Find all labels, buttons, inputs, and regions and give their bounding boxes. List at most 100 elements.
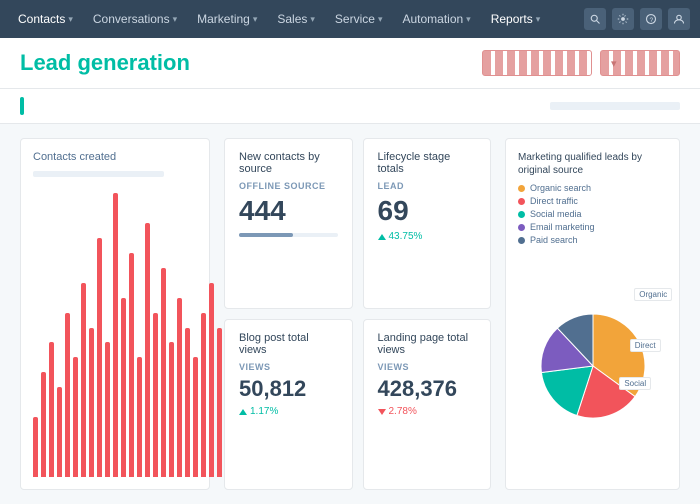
stat-card-title: New contacts by source (239, 151, 338, 175)
bar (201, 313, 206, 477)
stat-card-title: Lifecycle stage totals (378, 151, 477, 175)
accent-bar (20, 97, 24, 115)
navbar: Contacts ▾ Conversations ▾ Marketing ▾ S… (0, 0, 700, 38)
up-arrow-icon (378, 234, 386, 240)
stat-label: LEAD (378, 181, 477, 191)
up-arrow-icon (239, 409, 247, 415)
stat-change: 2.78% (378, 406, 477, 417)
main-content: Contacts created New contacts by source … (0, 124, 700, 504)
stat-card-new-contacts: New contacts by source OFFLINE SOURCE 44… (224, 138, 353, 309)
stats-grid: New contacts by source OFFLINE SOURCE 44… (224, 138, 491, 490)
nav-icon-group: ? (584, 8, 690, 30)
pie-legend-color (518, 185, 525, 192)
bar (65, 313, 70, 477)
user-icon-button[interactable] (668, 8, 690, 30)
nav-reports[interactable]: Reports ▾ (483, 0, 549, 38)
bar (57, 387, 62, 477)
pie-legend-item: Organic search (518, 183, 667, 193)
bar (161, 268, 166, 477)
pie-legend-color (518, 198, 525, 205)
bar (193, 357, 198, 477)
svg-text:?: ? (650, 17, 654, 24)
bar (177, 298, 182, 477)
bar (209, 283, 214, 477)
bar-chart-area (33, 185, 197, 477)
stat-value: 50,812 (239, 378, 338, 400)
bar (33, 417, 38, 477)
header-actions: ▾ (482, 50, 680, 76)
nav-sales[interactable]: Sales ▾ (269, 0, 323, 38)
stat-label: VIEWS (378, 362, 477, 372)
bar (113, 193, 118, 477)
chevron-icon: ▾ (173, 14, 178, 25)
page-header: Lead generation ▾ (0, 38, 700, 89)
pie-chart-title: Marketing qualified leads by original so… (518, 151, 667, 177)
chevron-icon: ▾ (378, 14, 383, 25)
stat-card-lifecycle: Lifecycle stage totals LEAD 69 43.75% (363, 138, 492, 309)
pie-legend-color (518, 237, 525, 244)
help-icon-button[interactable]: ? (640, 8, 662, 30)
bar (97, 238, 102, 477)
settings-icon-button[interactable] (612, 8, 634, 30)
stat-progress-fill (239, 233, 293, 237)
stat-change: 1.17% (239, 406, 338, 417)
bar (41, 372, 46, 477)
bar (89, 328, 94, 477)
stat-card-title: Landing page total views (378, 332, 477, 356)
pie-legend-item: Email marketing (518, 222, 667, 232)
pie-legend: Organic search Direct traffic Social media… (518, 183, 667, 245)
pie-ext-label: Organic (634, 288, 672, 301)
bar (185, 328, 190, 477)
chevron-down-icon: ▾ (611, 57, 617, 70)
chevron-icon: ▾ (68, 14, 73, 25)
pie-chart-container: OrganicDirectSocial (518, 255, 667, 477)
chart-title: Contacts created (33, 151, 197, 163)
pie-chart-svg (533, 306, 653, 426)
action-dropdown-button[interactable]: ▾ (600, 50, 680, 76)
bar (81, 283, 86, 477)
stat-label: OFFLINE SOURCE (239, 181, 338, 191)
bar (153, 313, 158, 477)
filter-bar (0, 89, 700, 124)
date-range-display (550, 102, 680, 110)
nav-automation[interactable]: Automation ▾ (394, 0, 478, 38)
chevron-icon: ▾ (466, 14, 471, 25)
bar-chart-panel: Contacts created (20, 138, 210, 490)
chevron-icon: ▾ (310, 14, 315, 25)
stat-card-blog-views: Blog post total views VIEWS 50,812 1.17% (224, 319, 353, 490)
page-title: Lead generation (20, 50, 190, 76)
chevron-icon: ▾ (253, 14, 258, 25)
pie-chart-panel: Marketing qualified leads by original so… (505, 138, 680, 490)
nav-service[interactable]: Service ▾ (327, 0, 391, 38)
down-arrow-icon (378, 409, 386, 415)
bar (129, 253, 134, 477)
stat-card-title: Blog post total views (239, 332, 338, 356)
search-icon-button[interactable] (584, 8, 606, 30)
bar (137, 357, 142, 477)
pie-legend-item: Social media (518, 209, 667, 219)
chevron-icon: ▾ (536, 14, 541, 25)
stat-card-landing-views: Landing page total views VIEWS 428,376 2… (363, 319, 492, 490)
bar (121, 298, 126, 477)
bar (105, 342, 110, 477)
nav-contacts[interactable]: Contacts ▾ (10, 0, 81, 38)
pie-legend-item: Paid search (518, 235, 667, 245)
stat-value: 69 (378, 197, 477, 225)
bar (217, 328, 222, 477)
nav-conversations[interactable]: Conversations ▾ (85, 0, 185, 38)
bar (73, 357, 78, 477)
bar (169, 342, 174, 477)
stat-value: 444 (239, 197, 338, 225)
stat-progress-bar (239, 233, 338, 237)
stat-change: 43.75% (378, 231, 477, 242)
stat-label: VIEWS (239, 362, 338, 372)
pie-legend-item: Direct traffic (518, 196, 667, 206)
nav-marketing[interactable]: Marketing ▾ (189, 0, 265, 38)
date-range-button[interactable] (482, 50, 592, 76)
chart-subtitle-bar (33, 171, 164, 177)
bar (49, 342, 54, 477)
pie-legend-color (518, 211, 525, 218)
stat-value: 428,376 (378, 378, 477, 400)
bar (145, 223, 150, 477)
pie-legend-color (518, 224, 525, 231)
